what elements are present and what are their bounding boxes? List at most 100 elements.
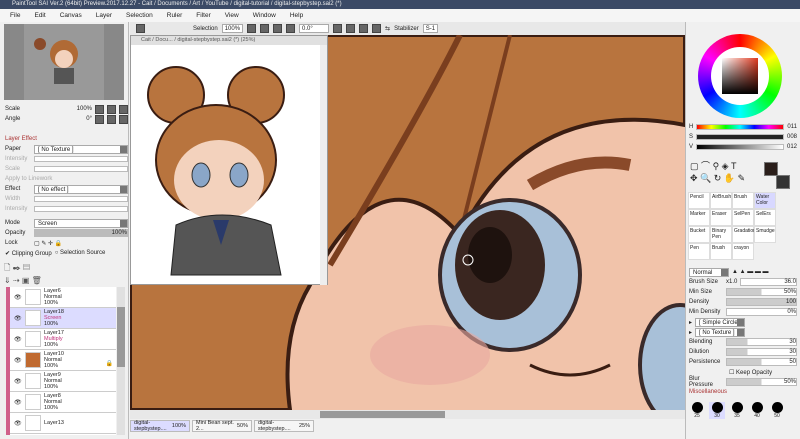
brush-tool-gradation[interactable]: Gradation <box>732 226 756 243</box>
brush-size-preset[interactable]: 25 <box>689 402 705 419</box>
zoom-field[interactable]: 100% <box>221 24 244 33</box>
document-tab[interactable]: Mini Bean sept. 2... 50% <box>192 420 252 432</box>
selection-source-radio[interactable]: ○ Selection Source <box>55 250 106 256</box>
opacity-slider[interactable]: 100% <box>34 229 128 237</box>
brush-tool-bucket[interactable]: Bucket <box>688 226 710 243</box>
delete-layer-button[interactable]: 🗑 <box>32 276 42 285</box>
min-density-slider[interactable]: 0% <box>726 308 797 316</box>
clipping-group-checkbox[interactable]: ✔ Clipping Group <box>5 250 52 257</box>
brush-tool-smudge[interactable]: Smudge <box>754 226 776 243</box>
rotate-ccw-button[interactable] <box>95 114 104 124</box>
eye-icon[interactable]: 👁 <box>14 420 22 427</box>
menu-selection[interactable]: Selection <box>126 9 153 22</box>
main-canvas[interactable]: Cait / Docu... / digital-stepbystep.sai2… <box>130 35 685 410</box>
new-layer-button[interactable]: 🗋 <box>4 263 10 272</box>
scale-plus-button[interactable] <box>107 104 116 114</box>
eye-icon[interactable]: 👁 <box>14 399 22 406</box>
brush-multiplier[interactable]: x1.0 <box>726 279 737 285</box>
menu-view[interactable]: View <box>225 9 239 22</box>
primary-color-swatch[interactable] <box>764 162 778 176</box>
angle-field[interactable]: 0.0° <box>299 24 330 33</box>
brush-size-preset[interactable]: 35 <box>729 402 745 419</box>
scale-minus-button[interactable] <box>95 104 104 114</box>
layer-row[interactable]: 👁 Layer17 Multiply 100% <box>10 329 116 350</box>
zoom-in-button[interactable] <box>273 24 283 33</box>
blending-slider[interactable]: 30 <box>726 338 797 346</box>
layer-row-selected[interactable]: 👁 Layer18 Screen 100% <box>10 308 116 329</box>
lock-icons[interactable]: ▢ ✎ ✛ 🔒 <box>34 240 62 247</box>
brush-tool-brush[interactable]: Brush <box>710 243 732 260</box>
paper-select[interactable]: [ No Texture ] <box>34 144 128 154</box>
color-wheel[interactable] <box>698 34 782 118</box>
selection-toggle[interactable]: Selection <box>193 26 218 32</box>
menu-file[interactable]: File <box>10 9 20 22</box>
brush-size-preset[interactable]: 40 <box>749 402 765 419</box>
brush-blend-select[interactable]: Normal <box>689 267 729 277</box>
layer-row[interactable]: 👁 Layer10 Normal 100% 🔒 <box>10 350 116 371</box>
menu-edit[interactable]: Edit <box>34 9 45 22</box>
layer-scrollbar[interactable] <box>117 287 125 435</box>
zoom-out-button[interactable] <box>247 24 257 33</box>
density-slider[interactable]: 100 <box>726 298 797 306</box>
rotate-tool-icon[interactable]: ↻ <box>714 173 722 183</box>
brush-tool-airbrush[interactable]: AirBrush <box>710 192 732 209</box>
menu-ruler[interactable]: Ruler <box>167 9 183 22</box>
min-size-slider[interactable]: 50% <box>726 288 797 296</box>
eye-icon[interactable]: 👁 <box>14 315 22 322</box>
layer-effect-header[interactable]: Layer Effect <box>5 136 37 142</box>
text-tool-icon[interactable]: T <box>731 161 737 171</box>
fill-icon[interactable]: ◈ <box>722 161 729 171</box>
layer-row[interactable]: 👁 Layer6 Normal 100% <box>10 287 116 308</box>
keep-opacity-checkbox[interactable]: ☐ Keep Opacity <box>729 369 772 376</box>
rotate-reset-button[interactable] <box>346 24 356 33</box>
clear-button[interactable]: ▣ <box>22 276 30 285</box>
magic-wand-icon[interactable]: ⚲ <box>713 161 720 171</box>
brush-shape-select[interactable]: [ Simple Circle ] <box>695 317 746 327</box>
secondary-color-swatch[interactable] <box>776 175 790 189</box>
brush-tool-eraser[interactable]: Eraser <box>710 209 732 226</box>
rotate-left-button[interactable] <box>333 24 343 33</box>
layer-row[interactable]: 👁 Layer8 Normal 100% <box>10 392 116 413</box>
subwindow[interactable]: Cait / Docu... / digital-stepbystep.sai2… <box>130 35 328 285</box>
transfer-button[interactable]: ⇢ <box>13 276 20 285</box>
move-tool-icon[interactable]: ✥ <box>690 173 698 183</box>
brush-tool-marker[interactable]: Marker <box>688 209 710 226</box>
brush-tool-selers[interactable]: SelErs <box>754 209 776 226</box>
brush-tool-selpen[interactable]: SelPen <box>732 209 754 226</box>
effect-select[interactable]: [ No effect ] <box>34 184 128 194</box>
rotate-cw-button[interactable] <box>119 114 128 124</box>
hand-tool-icon[interactable]: ✋ <box>724 173 735 183</box>
brush-tool-crayon[interactable]: crayon <box>732 243 754 260</box>
brush-size-preset[interactable]: 50 <box>769 402 785 419</box>
blend-mode-select[interactable]: Screen <box>34 218 128 228</box>
menu-filter[interactable]: Filter <box>196 9 210 22</box>
menu-layer[interactable]: Layer <box>96 9 112 22</box>
zoom-minus-button[interactable] <box>260 24 270 33</box>
document-tab[interactable]: digital-stepbystep.... 100% <box>130 420 190 432</box>
color-square[interactable] <box>722 58 758 94</box>
scale-reset-button[interactable] <box>119 104 128 114</box>
blur-pressure-slider[interactable]: 50% <box>726 378 797 386</box>
canvas-horizontal-scrollbar[interactable] <box>130 410 685 419</box>
brush-tool-water-color[interactable]: Water Color <box>754 192 776 209</box>
layer-row[interactable]: 👁 Layer9 Normal 100% <box>10 371 116 392</box>
undo-button[interactable] <box>136 24 145 33</box>
subwindow-scrollbar[interactable] <box>320 45 327 285</box>
stabilizer-select[interactable]: S-1 <box>422 24 439 33</box>
zoom-reset-button[interactable] <box>286 24 296 33</box>
merge-button[interactable]: ⇓ <box>4 276 11 285</box>
zoom-tool-icon[interactable]: 🔍 <box>700 173 711 183</box>
apply-linework-checkbox[interactable]: Apply to Linework <box>5 176 52 182</box>
brush-tool-pencil[interactable]: Pencil <box>688 192 710 209</box>
new-linework-button[interactable]: ✒ <box>13 263 21 272</box>
dilution-slider[interactable]: 30 <box>726 348 797 356</box>
layer-row[interactable]: 👁 Layer13 <box>10 413 116 434</box>
rotate-right-button[interactable] <box>359 24 369 33</box>
document-tab[interactable]: digital-stepbystep.... 25% <box>254 420 314 432</box>
flip-button[interactable] <box>372 24 382 33</box>
rotate-zero-button[interactable] <box>107 114 116 124</box>
brush-tool-brush[interactable]: Brush <box>732 192 754 209</box>
miscellaneous-header[interactable]: Miscellaneous <box>689 389 727 395</box>
menu-help[interactable]: Help <box>290 9 303 22</box>
persistence-slider[interactable]: 50 <box>726 358 797 366</box>
